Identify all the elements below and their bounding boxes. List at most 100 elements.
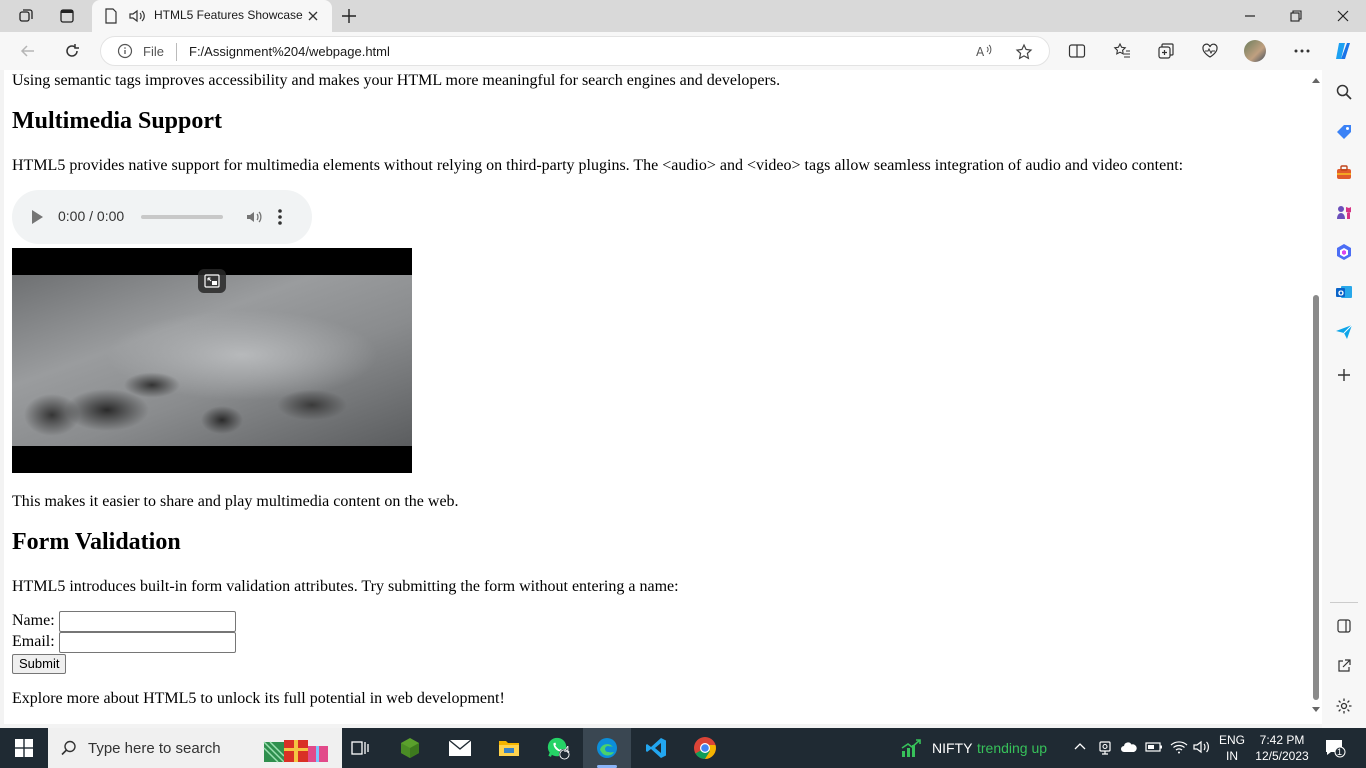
address-bar[interactable]: File F:/Assignment%204/webpage.html A	[100, 36, 1050, 66]
profile-avatar[interactable]	[1244, 40, 1266, 62]
submit-button[interactable]: Submit	[12, 654, 67, 674]
address-divider	[176, 43, 177, 61]
multimedia-heading: Multimedia Support	[12, 108, 223, 134]
task-view-icon[interactable]	[348, 736, 372, 760]
tools-briefcase-icon[interactable]	[1334, 162, 1354, 182]
tab-title: HTML5 Features Showcase	[154, 8, 303, 22]
favorite-star-icon[interactable]	[1015, 43, 1033, 65]
minimize-icon[interactable]	[1241, 7, 1259, 25]
audio-time: 0:00 / 0:00	[58, 208, 125, 224]
search-highlights-gifts-icon[interactable]	[262, 734, 334, 768]
video-frame	[12, 275, 412, 446]
mail-icon[interactable]	[448, 736, 472, 760]
name-input[interactable]	[59, 611, 236, 632]
name-label: Name:	[12, 612, 55, 629]
audio-player[interactable]: 0:00 / 0:00	[12, 190, 312, 244]
workspaces-icon[interactable]	[17, 7, 35, 25]
refresh-icon[interactable]	[62, 41, 82, 61]
sidebar-divider	[1330, 602, 1358, 603]
tab-actions-icon[interactable]	[58, 7, 76, 25]
info-icon[interactable]	[117, 43, 133, 63]
onedrive-cloud-icon[interactable]	[1120, 740, 1138, 759]
nifty-label[interactable]: NIFTY	[932, 740, 972, 756]
close-window-icon[interactable]	[1334, 7, 1352, 25]
browser-toolbar: File F:/Assignment%204/webpage.html A	[0, 32, 1366, 70]
outlook-icon[interactable]: O	[1334, 282, 1354, 302]
collections-icon[interactable]	[1156, 41, 1176, 61]
edge-icon	[595, 736, 619, 765]
picture-in-picture-icon[interactable]	[198, 269, 226, 293]
vertical-scrollbar[interactable]	[1310, 70, 1322, 724]
show-hidden-icons-chevron-icon[interactable]	[1073, 740, 1087, 759]
audio-seek-bar[interactable]	[141, 215, 223, 219]
play-icon[interactable]	[32, 210, 43, 224]
windows-start-icon[interactable]	[12, 736, 36, 760]
volume-icon[interactable]	[1193, 740, 1211, 759]
edge-sidebar: O	[1322, 70, 1366, 728]
volume-icon[interactable]	[245, 208, 263, 231]
settings-gear-icon[interactable]	[1334, 696, 1354, 716]
minecraft-block-icon[interactable]	[398, 736, 422, 760]
address-url[interactable]: F:/Assignment%204/webpage.html	[189, 44, 390, 59]
drop-send-icon[interactable]	[1334, 322, 1354, 342]
multimedia-after-paragraph: This makes it easier to share and play m…	[12, 493, 459, 510]
scrollbar-thumb[interactable]	[1313, 295, 1319, 700]
email-label: Email:	[12, 633, 55, 650]
language-indicator[interactable]: ENG IN	[1219, 732, 1245, 764]
battery-icon[interactable]	[1145, 740, 1163, 759]
copilot-icon[interactable]	[1333, 41, 1353, 61]
search-icon	[60, 739, 78, 762]
region-code: IN	[1226, 749, 1238, 763]
wifi-icon[interactable]	[1170, 740, 1188, 759]
edge-taskbar-button[interactable]	[583, 728, 631, 768]
page-viewport[interactable]: Using semantic tags improves accessibili…	[4, 70, 1322, 724]
more-options-icon[interactable]	[1292, 41, 1312, 61]
svg-text:O: O	[1338, 290, 1344, 298]
email-input[interactable]	[59, 632, 236, 653]
vscode-icon[interactable]	[644, 736, 668, 760]
scroll-down-arrow-icon[interactable]	[1312, 707, 1320, 712]
address-scheme: File	[143, 44, 164, 59]
read-aloud-icon[interactable]: A	[975, 43, 993, 63]
search-icon[interactable]	[1334, 82, 1354, 102]
split-screen-icon[interactable]	[1067, 41, 1087, 61]
footer-paragraph: Explore more about HTML5 to unlock its f…	[12, 690, 505, 707]
shopping-tag-icon[interactable]	[1334, 122, 1354, 142]
clock-time: 7:42 PM	[1259, 733, 1305, 747]
notification-count: 1	[1337, 747, 1343, 757]
new-tab-icon[interactable]	[340, 7, 358, 29]
audio-more-options-icon[interactable]	[277, 208, 283, 231]
semantic-tags-paragraph: Using semantic tags improves accessibili…	[12, 72, 781, 89]
windows-taskbar: Type here to search 4 NIFTY trending up	[0, 728, 1366, 768]
add-sidebar-app-icon[interactable]	[1334, 365, 1354, 385]
favorites-list-icon[interactable]	[1112, 41, 1132, 61]
browser-essentials-icon[interactable]	[1200, 41, 1220, 61]
hide-sidebar-icon[interactable]	[1334, 616, 1354, 636]
open-external-icon[interactable]	[1334, 656, 1354, 676]
clock-date: 12/5/2023	[1255, 749, 1309, 763]
back-arrow-icon[interactable]	[18, 41, 38, 61]
notification-center-icon[interactable]	[1324, 738, 1346, 763]
chrome-icon[interactable]	[693, 736, 717, 760]
tab-html5-showcase[interactable]: HTML5 Features Showcase	[92, 0, 332, 32]
form-validation-paragraph: HTML5 introduces built-in form validatio…	[12, 578, 679, 595]
form-validation-heading: Form Validation	[12, 529, 181, 555]
language-code: ENG	[1219, 733, 1246, 747]
close-tab-icon[interactable]	[306, 8, 320, 27]
games-icon[interactable]	[1334, 202, 1354, 222]
whatsapp-badge: 4	[564, 745, 570, 756]
multimedia-paragraph: HTML5 provides native support for multim…	[12, 157, 1184, 174]
microsoft-365-icon[interactable]	[1334, 242, 1354, 262]
stock-trend-icon[interactable]	[900, 738, 924, 763]
speaker-icon[interactable]	[128, 8, 146, 28]
video-player[interactable]	[12, 248, 412, 473]
taskbar-search-placeholder: Type here to search	[88, 740, 221, 757]
taskbar-clock[interactable]: 7:42 PM 12/5/2023	[1252, 732, 1312, 764]
file-explorer-icon[interactable]	[497, 736, 521, 760]
scroll-up-arrow-icon[interactable]	[1312, 78, 1320, 83]
page-icon	[104, 8, 118, 28]
nifty-status[interactable]: trending up	[977, 740, 1047, 756]
taskbar-search-box[interactable]: Type here to search	[48, 728, 342, 768]
restore-icon[interactable]	[1287, 7, 1305, 25]
webcam-icon[interactable]	[1097, 740, 1113, 761]
